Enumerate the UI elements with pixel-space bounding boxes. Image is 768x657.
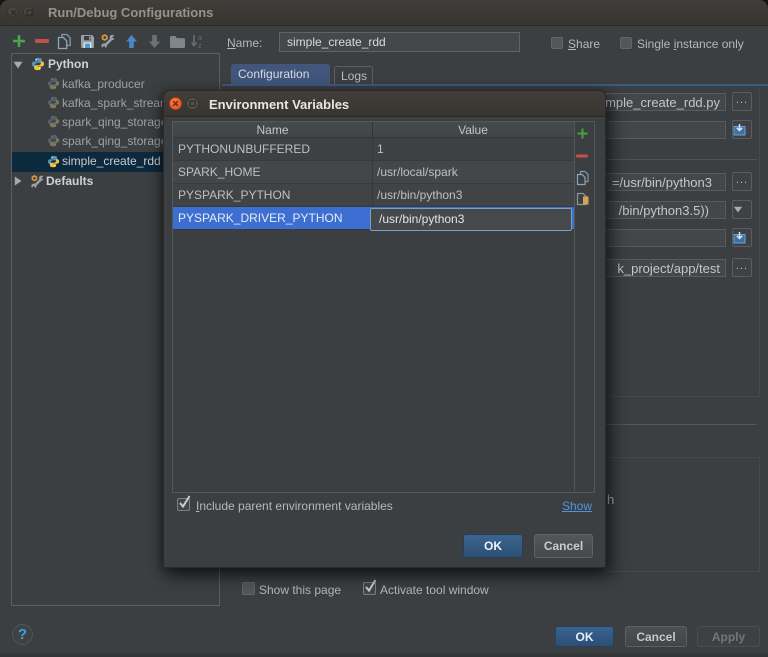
svg-text:z: z (198, 43, 202, 49)
svg-text:a: a (198, 35, 202, 42)
